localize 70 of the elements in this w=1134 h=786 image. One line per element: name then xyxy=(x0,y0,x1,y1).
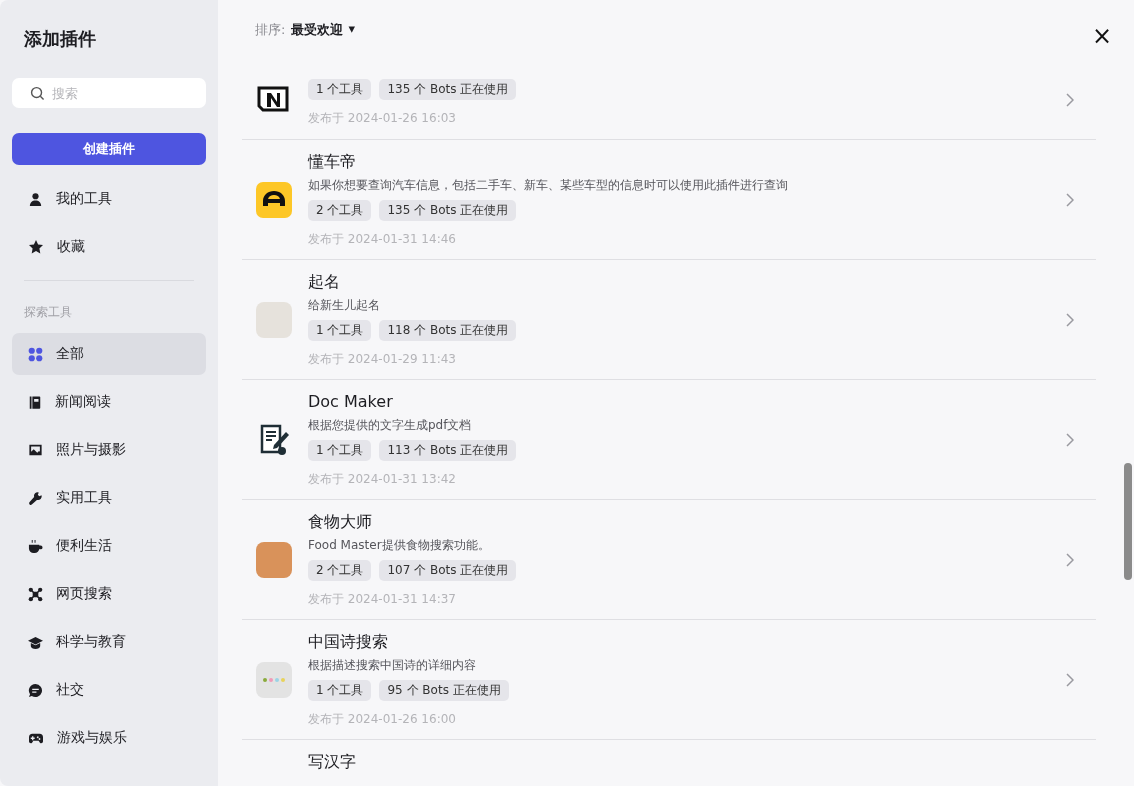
sidebar-item[interactable]: 科学与教育 xyxy=(12,621,206,663)
panel-title: 添加插件 xyxy=(24,27,97,51)
plugin-title: 起名 xyxy=(308,271,341,293)
sidebar-item[interactable]: 实用工具 xyxy=(12,477,206,519)
tag: 118 个 Bots 正在使用 xyxy=(379,319,517,341)
close-button[interactable]: × xyxy=(1091,24,1112,48)
book-icon xyxy=(28,394,42,410)
publish-date: 发布于 2024-01-29 11:43 xyxy=(308,350,457,368)
tag: 1 个工具 xyxy=(308,78,372,100)
tag: 1 个工具 xyxy=(308,439,372,461)
chevron-right-icon[interactable] xyxy=(1066,552,1074,567)
scrollbar-thumb[interactable] xyxy=(1124,463,1132,580)
plugin-description: 根据您提供的文字生成pdf文档 xyxy=(308,416,473,434)
plugin-title: Doc Maker xyxy=(308,391,394,413)
tag: 1 个工具 xyxy=(308,319,372,341)
sidebar-item[interactable]: 游戏与娱乐 xyxy=(12,717,206,759)
sidebar-item[interactable]: 全部 xyxy=(12,333,206,375)
sort-label: 排序: xyxy=(255,21,286,39)
sidebar-item[interactable]: 收藏 xyxy=(12,226,206,268)
plugin-title: 中国诗搜索 xyxy=(308,631,389,653)
plugin-description: 如果你想要查询汽车信息，包括二手车、新车、某些车型的信息时可以使用此插件进行查询 xyxy=(308,176,789,194)
publish-date: 发布于 2024-01-31 13:42 xyxy=(308,470,457,488)
publish-date: 发布于 2024-01-31 14:37 xyxy=(308,590,457,608)
plugin-description: 根据描述搜索中国诗的详细内容 xyxy=(308,656,477,674)
cup-icon xyxy=(28,538,43,554)
plugin-description: Food Master提供食物搜索功能。 xyxy=(308,536,491,554)
tag: 135 个 Bots 正在使用 xyxy=(379,78,517,100)
chevron-right-icon[interactable] xyxy=(1066,312,1074,327)
search-field[interactable]: 搜索 xyxy=(12,78,206,108)
tag: 113 个 Bots 正在使用 xyxy=(379,439,517,461)
publish-date: 发布于 2024-01-31 14:46 xyxy=(308,230,457,248)
plugin-title: 懂车帝 xyxy=(308,151,357,173)
tag: 135 个 Bots 正在使用 xyxy=(379,199,517,221)
photo-placeholder xyxy=(256,541,292,578)
section-label: 探索工具 xyxy=(24,304,73,320)
tag: 2 个工具 xyxy=(308,559,372,581)
publish-date: 发布于 2024-01-26 16:00 xyxy=(308,710,457,728)
search-icon xyxy=(30,86,45,101)
image-icon xyxy=(28,443,43,457)
graduation-cap-icon xyxy=(28,634,43,650)
chevron-right-icon[interactable] xyxy=(1066,192,1074,207)
chevron-right-icon[interactable] xyxy=(1066,672,1074,687)
sidebar-item[interactable]: 社交 xyxy=(12,669,206,711)
tag: 107 个 Bots 正在使用 xyxy=(379,559,517,581)
sidebar-item[interactable]: 网页搜索 xyxy=(12,573,206,615)
network-icon xyxy=(28,586,43,602)
chevron-right-icon[interactable] xyxy=(1066,432,1074,447)
star-icon xyxy=(28,239,44,255)
plugin-title: 写汉字 xyxy=(308,752,357,773)
sidebar-item[interactable]: 新闻阅读 xyxy=(12,381,206,423)
publish-date: 发布于 2024-01-26 16:03 xyxy=(308,109,457,127)
chevron-right-icon[interactable] xyxy=(1066,92,1074,107)
flower-dots-icon xyxy=(256,661,292,698)
tag: 1 个工具 xyxy=(308,679,372,701)
grid-icon xyxy=(28,346,43,362)
sort-dropdown[interactable]: 最受欢迎 ▾ xyxy=(291,21,355,39)
tag: 95 个 Bots 正在使用 xyxy=(379,679,509,701)
car-logo-icon xyxy=(256,181,292,218)
gamepad-icon xyxy=(28,731,44,745)
plugin-title: 食物大师 xyxy=(308,511,373,533)
sidebar-item[interactable]: 我的工具 xyxy=(12,178,206,220)
tag: 2 个工具 xyxy=(308,199,372,221)
sidebar-item[interactable]: 照片与摄影 xyxy=(12,429,206,471)
sidebar-item[interactable]: 便利生活 xyxy=(12,525,206,567)
wrench-icon xyxy=(28,490,43,506)
chat-icon xyxy=(28,682,43,698)
photo-placeholder xyxy=(256,301,292,338)
create-plugin-button[interactable]: 创建插件 xyxy=(12,133,206,165)
plugin-description: 给新生儿起名 xyxy=(308,296,381,314)
user-icon xyxy=(28,191,43,207)
